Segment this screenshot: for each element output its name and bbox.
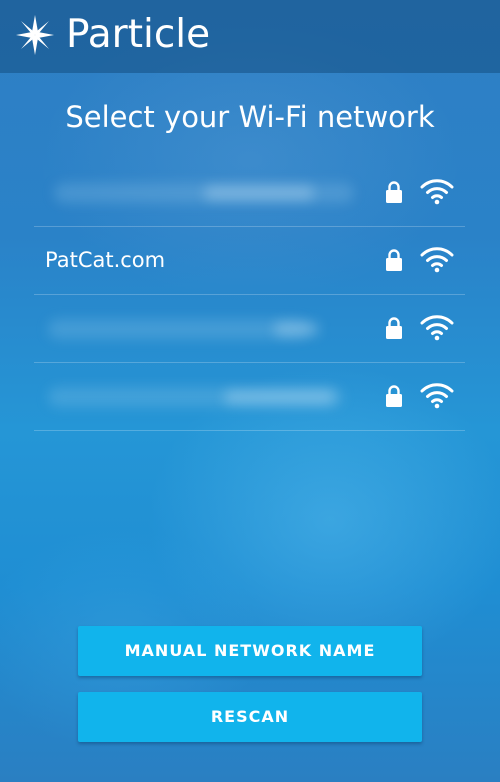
wifi-icon: [420, 247, 454, 273]
network-row[interactable]: [34, 295, 465, 363]
obscured-ssid-detail: [274, 322, 319, 336]
rescan-button[interactable]: RESCAN: [78, 692, 422, 742]
obscured-ssid-detail: [204, 186, 314, 200]
network-row[interactable]: [34, 363, 465, 431]
wifi-icon: [420, 315, 454, 341]
lock-icon: [386, 385, 402, 407]
manual-network-name-button[interactable]: MANUAL NETWORK NAME: [78, 626, 422, 676]
lock-icon: [386, 317, 402, 339]
network-row[interactable]: [34, 159, 465, 227]
particle-star-icon: [16, 15, 54, 55]
wifi-icon: [420, 383, 454, 409]
wifi-icon: [420, 179, 454, 205]
obscured-ssid-detail: [224, 390, 334, 404]
app-header: Particle: [0, 0, 500, 73]
network-row[interactable]: PatCat.com: [34, 227, 465, 295]
network-ssid: PatCat.com: [45, 248, 166, 272]
network-list: PatCat.com: [34, 159, 465, 431]
obscured-ssid: [48, 319, 308, 339]
page-title: Select your Wi-Fi network: [65, 100, 435, 134]
lock-icon: [386, 181, 402, 203]
brand-name: Particle: [66, 12, 211, 57]
lock-icon: [386, 249, 402, 271]
